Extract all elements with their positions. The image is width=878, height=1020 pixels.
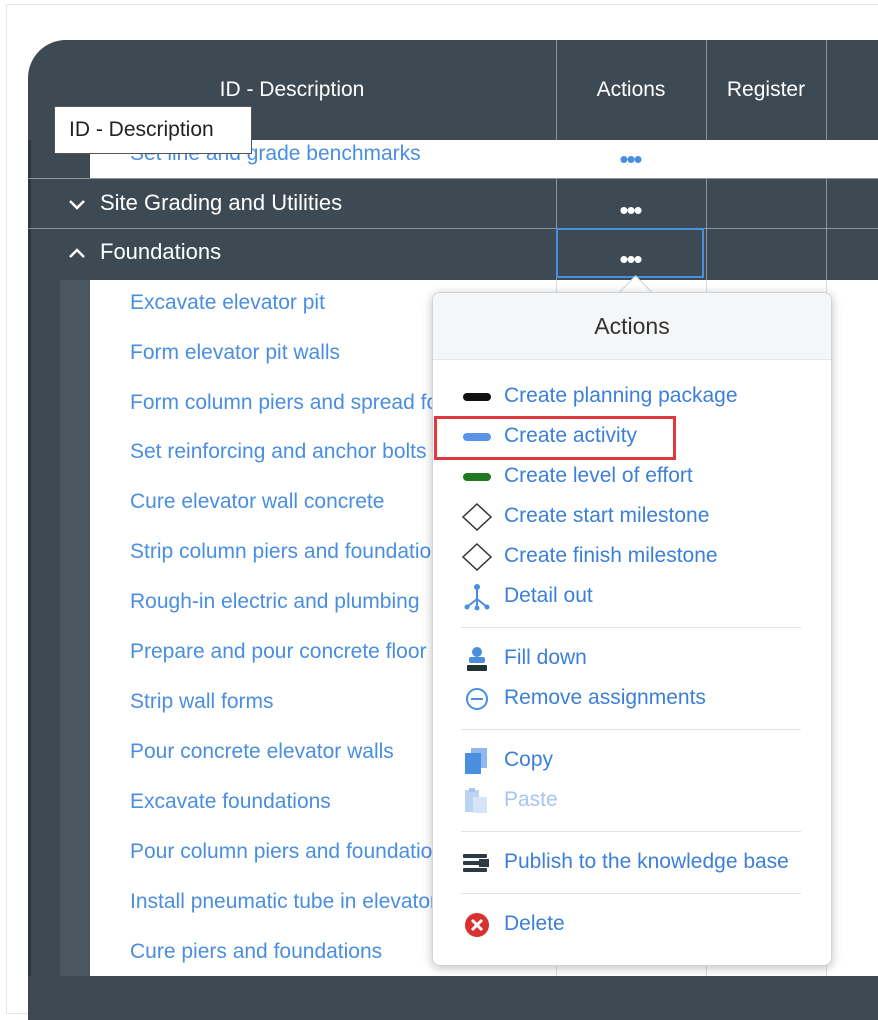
column-header-tooltip: ID - Description: [54, 106, 252, 154]
paste-icon: [465, 788, 487, 813]
row-divider: [28, 228, 878, 229]
menu-item-paste[interactable]: Paste: [461, 783, 811, 819]
menu-item-create-planning-package[interactable]: Create planning package: [461, 379, 811, 415]
menu-item-detail-out[interactable]: Detail out: [461, 579, 811, 615]
actions-menu: Actions Create planning package Create a…: [432, 292, 832, 966]
menu-title: Actions: [433, 293, 831, 360]
indent-gutter: [60, 280, 90, 976]
diamond-icon: [461, 503, 493, 531]
menu-item-label: Fill down: [504, 646, 587, 669]
group-row-label[interactable]: Site Grading and Utilities: [100, 190, 342, 216]
menu-item-fill-down[interactable]: Fill down: [461, 641, 811, 677]
menu-item-remove-assignments[interactable]: Remove assignments: [461, 681, 811, 717]
list-item-label[interactable]: Prepare and pour concrete floor: [130, 640, 450, 664]
list-item-label[interactable]: Form column piers and spread footings: [130, 391, 450, 415]
menu-item-label: Remove assignments: [504, 686, 706, 709]
list-item-label[interactable]: Excavate foundations: [130, 790, 450, 814]
menu-item-copy[interactable]: Copy: [461, 743, 811, 779]
menu-item-create-start-milestone[interactable]: Create start milestone: [461, 499, 811, 535]
menu-item-label: Create start milestone: [504, 504, 710, 527]
diamond-icon: [461, 543, 493, 571]
list-item-label[interactable]: Cure elevator wall concrete: [130, 490, 450, 514]
chevron-down-icon[interactable]: [66, 193, 88, 215]
menu-item-label: Detail out: [504, 584, 593, 607]
row-gutter: [28, 140, 31, 980]
menu-separator: [461, 893, 801, 894]
list-item-label[interactable]: Pour column piers and foundations: [130, 840, 450, 864]
menu-item-create-finish-milestone[interactable]: Create finish milestone: [461, 539, 811, 575]
list-item-label[interactable]: Form elevator pit walls: [130, 341, 450, 365]
list-item-label[interactable]: Pour concrete elevator walls: [130, 740, 450, 764]
menu-separator: [461, 627, 801, 628]
register-cell: [706, 140, 878, 178]
header-actions[interactable]: Actions: [556, 40, 706, 140]
highlight-box: [434, 416, 676, 460]
menu-item-delete[interactable]: Delete: [461, 907, 811, 943]
menu-separator: [461, 729, 801, 730]
header-register[interactable]: Register: [706, 40, 826, 140]
menu-item-label: Delete: [504, 912, 565, 935]
fill-down-icon: [467, 647, 487, 671]
list-item-label[interactable]: Set reinforcing and anchor bolts: [130, 440, 450, 464]
menu-item-label: Create finish milestone: [504, 544, 718, 567]
menu-item-label: Copy: [504, 748, 554, 771]
menu-separator: [461, 831, 801, 832]
chevron-up-icon[interactable]: [66, 242, 88, 264]
menu-item-create-level-of-effort[interactable]: Create level of effort: [461, 459, 811, 495]
menu-item-label: Create level of effort: [504, 464, 693, 487]
menu-item-publish-knowledge-base[interactable]: Publish to the knowledge base: [461, 845, 811, 881]
row-actions-button[interactable]: •••: [590, 146, 670, 172]
stack-icon: [463, 854, 489, 872]
menu-item-label: Paste: [504, 788, 558, 811]
branch-icon: [464, 584, 490, 611]
row-actions-button[interactable]: •••: [590, 246, 670, 272]
green-bar-icon: [463, 473, 491, 481]
list-item-label[interactable]: Strip wall forms: [130, 690, 450, 714]
menu-item-label: Publish to the knowledge base: [504, 850, 789, 873]
menu-item-label: Create planning package: [504, 384, 738, 407]
row-divider: [28, 178, 878, 179]
grid-footer: [28, 976, 878, 1004]
delete-icon: [465, 913, 489, 937]
list-item-label[interactable]: Strip column piers and foundation forms: [130, 540, 450, 564]
row-actions-button[interactable]: •••: [590, 197, 670, 223]
minus-circle-icon: [466, 688, 488, 710]
list-item-label[interactable]: Excavate elevator pit: [130, 291, 450, 315]
list-item-label[interactable]: Cure piers and foundations: [130, 940, 450, 964]
copy-icon: [465, 748, 487, 774]
list-item-label[interactable]: Install pneumatic tube in elevator pit: [130, 890, 450, 914]
list-item-label[interactable]: Rough-in electric and plumbing: [130, 590, 450, 614]
black-bar-icon: [463, 393, 491, 401]
group-row-label[interactable]: Foundations: [100, 239, 221, 265]
